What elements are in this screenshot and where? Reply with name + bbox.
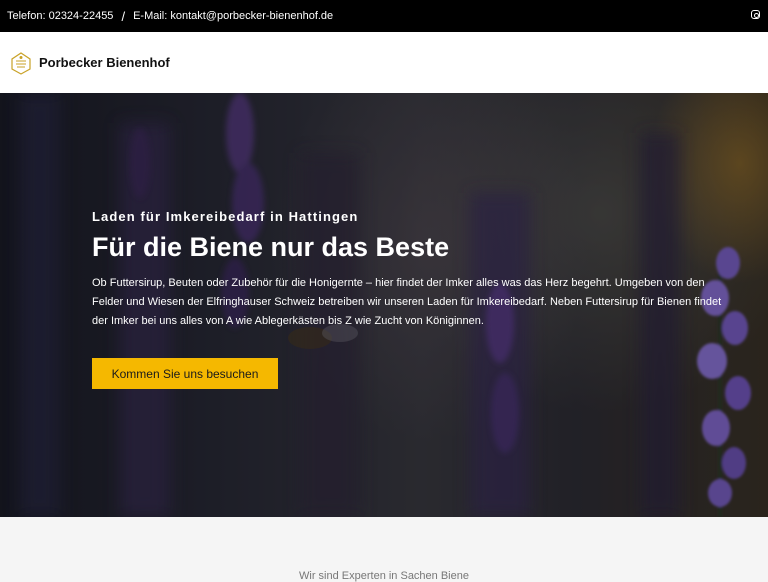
site-header: Porbecker Bienenhof bbox=[0, 32, 768, 93]
intro-section: Wir sind Experten in Sachen Biene bbox=[0, 517, 768, 582]
hero-title: Für die Biene nur das Beste bbox=[92, 232, 450, 262]
section-intro-text: Wir sind Experten in Sachen Biene bbox=[299, 570, 469, 582]
hero-subtitle: Laden für Imkereibedarf in Hattingen bbox=[92, 209, 359, 224]
hero-content: Laden für Imkereibedarf in Hattingen Für… bbox=[92, 209, 732, 331]
hero-description: Ob Futtersirup, Beuten oder Zubehör für … bbox=[92, 277, 722, 327]
visit-us-button[interactable]: Kommen Sie uns besuchen bbox=[92, 358, 278, 389]
phone-link[interactable]: Telefon: 02324-22455 bbox=[7, 10, 113, 22]
hero-banner: Laden für Imkereibedarf in Hattingen Für… bbox=[0, 93, 768, 517]
instagram-icon[interactable] bbox=[751, 10, 760, 19]
bee-logo-icon[interactable] bbox=[8, 50, 34, 76]
separator: / bbox=[121, 8, 126, 24]
top-bar: Telefon: 02324-22455 / E-Mail: kontakt@p… bbox=[0, 0, 768, 32]
brand-name[interactable]: Porbecker Bienenhof bbox=[39, 55, 170, 70]
email-link[interactable]: E-Mail: kontakt@porbecker-bienenhof.de bbox=[133, 10, 333, 22]
